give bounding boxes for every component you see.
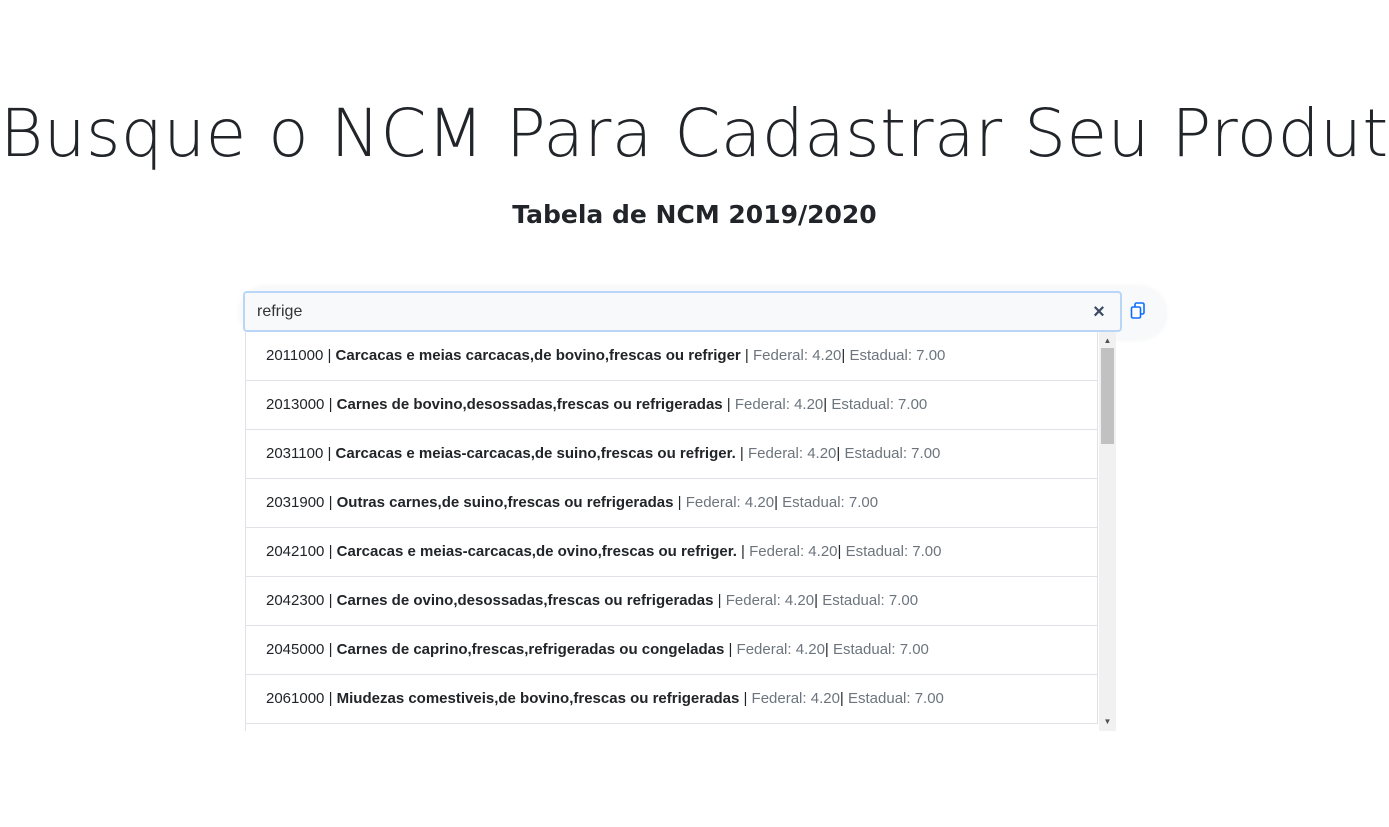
result-code: 2031900 [266,494,325,511]
result-description: Carnes de ovino,desossadas,frescas ou re… [336,592,714,609]
result-federal: Federal: 4.20 [685,494,775,511]
result-federal: Federal: 4.20 [736,641,825,658]
scrollbar-thumb[interactable] [1101,348,1114,444]
result-description: Carnes de caprino,frescas,refrigeradas o… [336,641,725,658]
result-description: Carcacas e meias-carcacas,de suino,fresc… [335,445,736,462]
result-code: 2011000 [266,347,324,364]
result-item[interactable]: 2042300 | Carnes de ovino,desossadas,fre… [246,577,1098,626]
search-input[interactable] [243,291,1122,332]
result-item[interactable]: 2031900 | Outras carnes,de suino,frescas… [246,479,1098,528]
result-code: 2061000 [266,690,325,707]
result-federal: Federal: 4.20 [748,445,837,462]
result-code: 2042100 [266,543,325,560]
page-subtitle: Tabela de NCM 2019/2020 [512,200,877,229]
result-description: Outras carnes,de suino,frescas ou refrig… [336,494,674,511]
scroll-down-arrow-icon[interactable]: ▼ [1099,715,1116,729]
result-federal: Federal: 4.20 [749,543,838,560]
result-code: 2045000 [266,641,325,658]
result-item[interactable]: 2011000 | Carcacas e meias carcacas,de b… [246,332,1098,381]
result-federal: Federal: 4.20 [751,690,840,707]
result-item[interactable]: 2061000 | Miudezas comestiveis,de bovino… [246,675,1098,724]
result-item[interactable]: 2042100 | Carcacas e meias-carcacas,de o… [246,528,1098,577]
result-estadual: Estadual: 7.00 [782,494,879,511]
result-estadual: Estadual: 7.00 [849,347,946,364]
result-federal: Federal: 4.20 [753,347,842,364]
result-federal: Federal: 4.20 [734,396,824,413]
result-description: Carcacas e meias-carcacas,de ovino,fresc… [336,543,737,560]
page-title: Busque o NCM Para Cadastrar Seu Produto [0,95,1389,172]
scroll-up-arrow-icon[interactable]: ▲ [1099,334,1116,348]
result-federal: Federal: 4.20 [725,592,815,609]
results-list: 2011000 | Carcacas e meias carcacas,de b… [246,332,1098,724]
result-item[interactable]: 2031100 | Carcacas e meias-carcacas,de s… [246,430,1098,479]
copy-icon-graphic [1130,302,1145,319]
result-estadual: Estadual: 7.00 [833,641,929,658]
result-item[interactable]: 2013000 | Carnes de bovino,desossadas,fr… [246,381,1098,430]
scrollbar[interactable]: ▲ ▼ [1099,332,1116,731]
result-estadual: Estadual: 7.00 [822,592,919,609]
result-code: 2042300 [266,592,325,609]
result-description: Carnes de bovino,desossadas,frescas ou r… [336,396,723,413]
result-estadual: Estadual: 7.00 [831,396,928,413]
result-description: Miudezas comestiveis,de bovino,frescas o… [336,690,740,707]
result-item[interactable]: 2045000 | Carnes de caprino,frescas,refr… [246,626,1098,675]
page: Busque o NCM Para Cadastrar Seu Produto … [0,0,1389,827]
result-estadual: Estadual: 7.00 [848,690,944,707]
close-icon[interactable]: × [1090,302,1108,322]
copy-icon[interactable] [1130,302,1148,322]
result-code: 2013000 [266,396,325,413]
result-estadual: Estadual: 7.00 [845,543,942,560]
result-estadual: Estadual: 7.00 [844,445,941,462]
result-description: Carcacas e meias carcacas,de bovino,fres… [335,347,741,364]
autocomplete-dropdown: 2011000 | Carcacas e meias carcacas,de b… [245,332,1116,731]
result-code: 2031100 [266,445,324,462]
